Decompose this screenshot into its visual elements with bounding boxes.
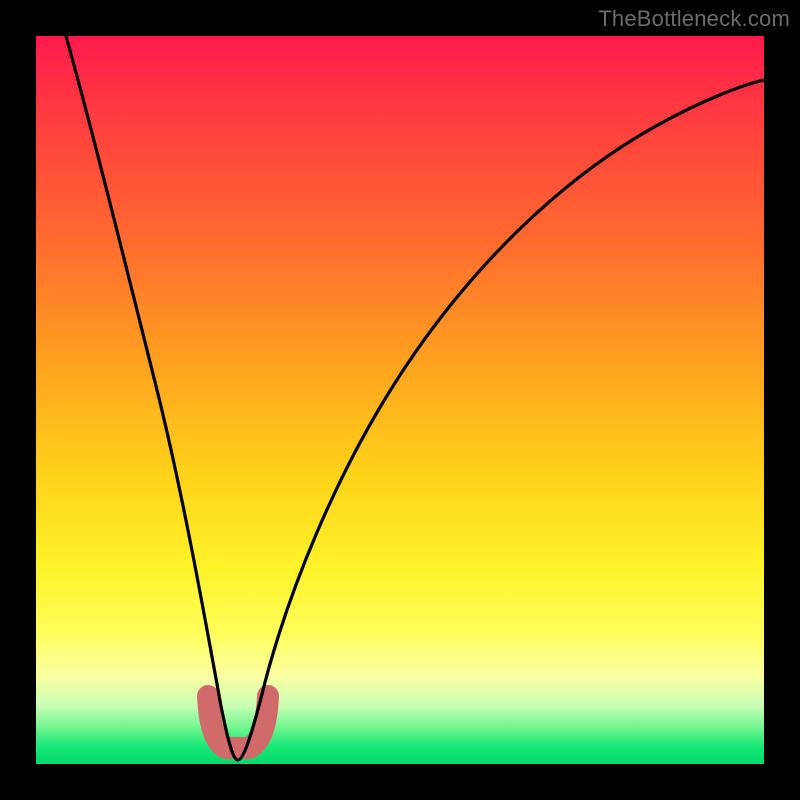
watermark-text: TheBottleneck.com (598, 6, 790, 32)
plot-area (36, 36, 764, 764)
bottleneck-curve (66, 36, 764, 760)
chart-frame: TheBottleneck.com (0, 0, 800, 800)
curve-layer (36, 36, 764, 764)
